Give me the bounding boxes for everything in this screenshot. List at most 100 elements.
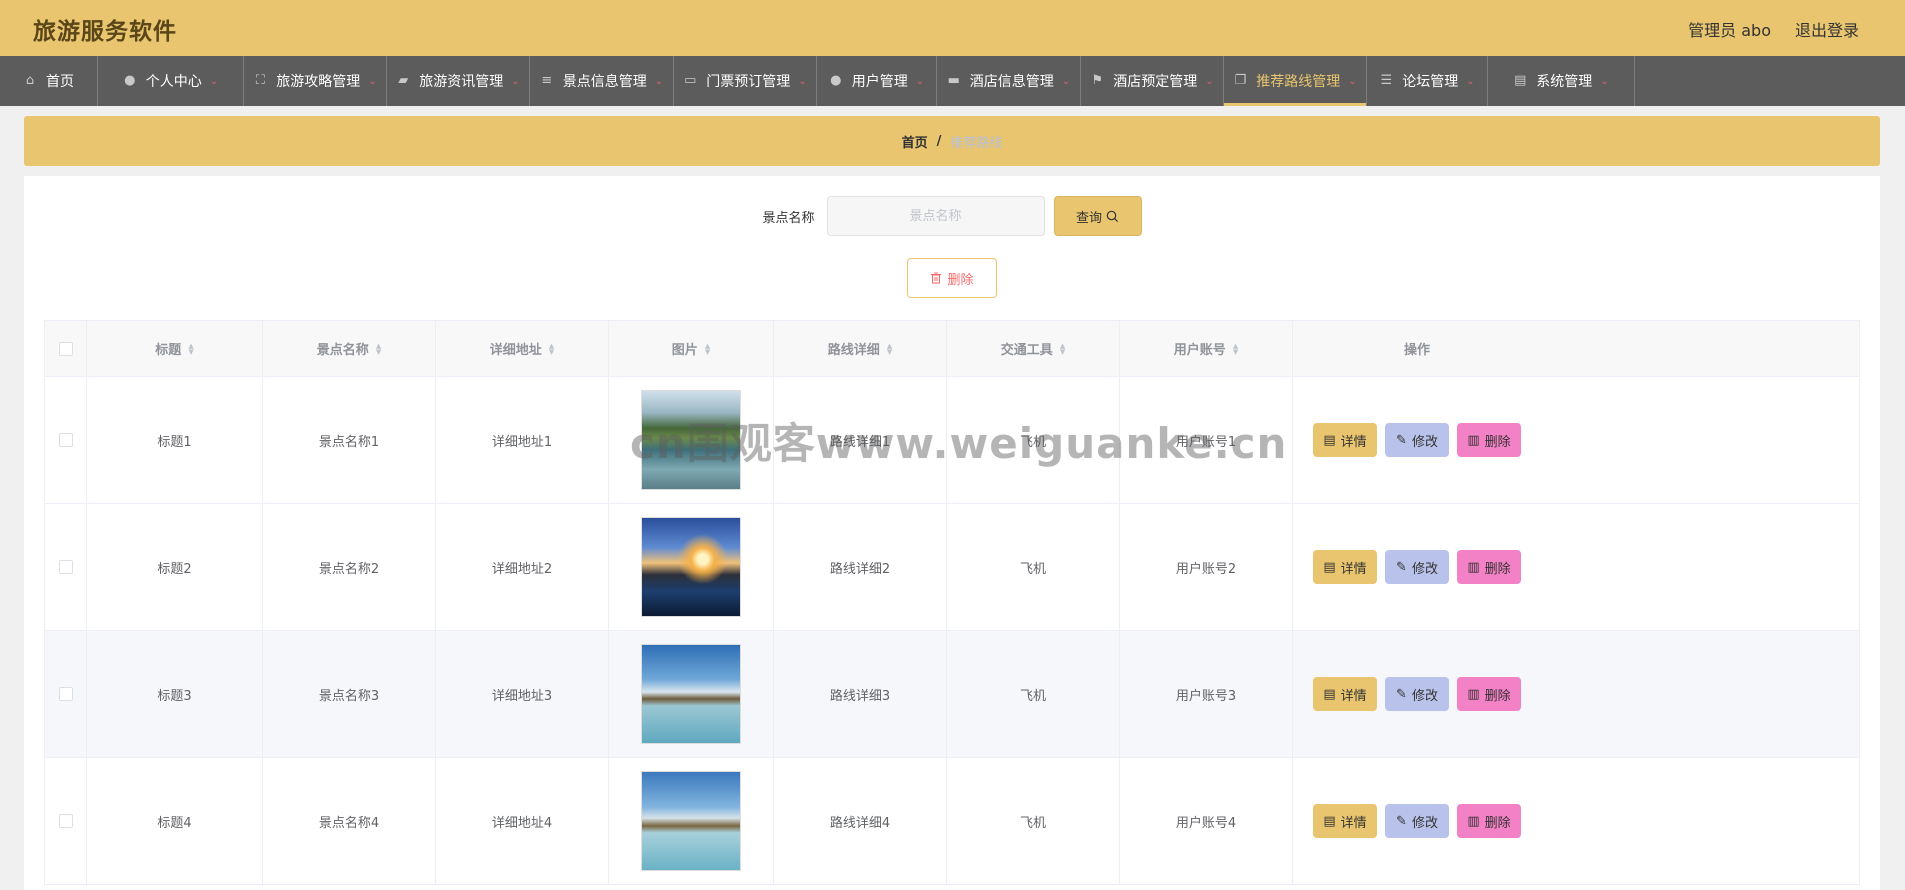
cell-image — [609, 758, 774, 884]
nav-item-2[interactable]: ⛶ 旅游攻略管理 ⌄ — [244, 56, 387, 106]
sort-icon[interactable]: ▲ ▼ — [376, 342, 381, 355]
trash-icon — [931, 272, 942, 284]
flag-icon: ⚑ — [1091, 73, 1104, 88]
delete-button[interactable]: ▥ 删除 — [1457, 550, 1521, 584]
nav-item-5[interactable]: ▭ 门票预订管理 ⌄ — [674, 56, 817, 106]
nav-item-0[interactable]: ⌂ 首页 — [0, 56, 98, 106]
column-header-label: 操作 — [1403, 343, 1430, 358]
delete-button-label: 删除 — [1484, 434, 1511, 450]
column-header[interactable]: 详细地址 ▲ ▼ — [436, 321, 609, 376]
cell-user-account: 用户账号3 — [1120, 631, 1293, 757]
row-checkbox[interactable] — [58, 687, 73, 701]
cell-transport: 飞机 — [947, 504, 1120, 630]
column-header[interactable]: 标题 ▲ ▼ — [87, 321, 263, 376]
column-header-label: 景点名称 — [316, 343, 369, 358]
detail-button[interactable]: ▤ 详情 — [1313, 550, 1377, 584]
search-button-label: 查询 — [1075, 210, 1102, 226]
nav-item-8[interactable]: ⚑ 酒店预定管理 ⌄ — [1081, 56, 1224, 106]
row-checkbox[interactable] — [58, 560, 73, 574]
edit-button-label: 修改 — [1411, 434, 1438, 450]
column-header[interactable]: 用户账号 ▲ ▼ — [1120, 321, 1293, 376]
cell-spot-name: 景点名称2 — [263, 504, 436, 630]
cell-transport: 飞机 — [947, 377, 1120, 503]
edit-button[interactable]: ✎ 修改 — [1385, 677, 1449, 711]
column-header[interactable]: 图片 ▲ ▼ — [609, 321, 774, 376]
search-icon — [1106, 210, 1119, 222]
pencil-icon: ✎ — [1396, 559, 1407, 575]
nav-item-10[interactable]: ☰ 论坛管理 ⌄ — [1367, 56, 1488, 106]
trash-icon: ▥ — [1467, 432, 1480, 448]
cell-address: 详细地址3 — [436, 631, 609, 757]
chevron-down-icon: ⌄ — [915, 75, 925, 87]
row-checkbox[interactable] — [58, 814, 73, 828]
bulk-delete-button[interactable]: 删除 — [907, 258, 997, 298]
nav-item-6[interactable]: ● 用户管理 ⌄ — [817, 56, 937, 106]
delete-button[interactable]: ▥ 删除 — [1457, 804, 1521, 838]
table-row: 标题1 景点名称1 详细地址1 路线详细1 飞机 用户账号1 ▤ 详情 ✎ 修改 ▥ 删除 — [45, 377, 1859, 504]
delete-button[interactable]: ▥ 删除 — [1457, 677, 1521, 711]
sort-icon[interactable]: ▲ ▼ — [1060, 342, 1065, 355]
lake-mountain-photo[interactable] — [641, 390, 741, 490]
nav-item-label: 推荐路线管理 — [1256, 74, 1341, 90]
sort-icon[interactable]: ▲ ▼ — [705, 342, 710, 355]
document-icon: ▤ — [1323, 813, 1336, 829]
cell-title: 标题1 — [87, 377, 263, 503]
edit-button[interactable]: ✎ 修改 — [1385, 423, 1449, 457]
trash-icon: ▥ — [1467, 813, 1480, 829]
nav-item-1[interactable]: ● 个人中心 ⌄ — [98, 56, 244, 106]
sort-icon[interactable]: ▲ ▼ — [1233, 342, 1238, 355]
row-checkbox-cell — [45, 377, 87, 503]
chevron-down-icon: ⌄ — [1466, 75, 1475, 87]
cell-address: 详细地址1 — [436, 377, 609, 503]
sort-icon[interactable]: ▲ ▼ — [549, 342, 554, 355]
chevron-down-icon: ⌄ — [368, 75, 377, 87]
detail-button[interactable]: ▤ 详情 — [1313, 804, 1377, 838]
detail-button[interactable]: ▤ 详情 — [1313, 423, 1377, 457]
edit-button[interactable]: ✎ 修改 — [1385, 804, 1449, 838]
column-header[interactable]: 路线详细 ▲ ▼ — [774, 321, 947, 376]
nav-item-label: 门票预订管理 — [706, 74, 791, 90]
search-label: 景点名称 — [762, 210, 815, 226]
cell-title: 标题3 — [87, 631, 263, 757]
cell-actions: ▤ 详情 ✎ 修改 ▥ 删除 — [1293, 377, 1541, 503]
cell-route-detail: 路线详细3 — [774, 631, 947, 757]
nav-item-label: 旅游攻略管理 — [276, 74, 361, 90]
cell-image — [609, 631, 774, 757]
delete-button[interactable]: ▥ 删除 — [1457, 423, 1521, 457]
logout-link[interactable]: 退出登录 — [1795, 17, 1859, 41]
cell-spot-name: 景点名称1 — [263, 377, 436, 503]
nav-item-3[interactable]: ▰ 旅游资讯管理 ⌄ — [387, 56, 530, 106]
breadcrumb-separator: / — [936, 133, 942, 149]
pencil-icon: ✎ — [1396, 686, 1407, 702]
header-checkbox-cell — [45, 321, 87, 376]
row-checkbox[interactable] — [58, 433, 73, 447]
cell-route-detail: 路线详细2 — [774, 504, 947, 630]
mountain-lake-photo[interactable] — [641, 644, 741, 744]
document-icon: ▤ — [1323, 559, 1336, 575]
nav-item-7[interactable]: ▬ 酒店信息管理 ⌄ — [937, 56, 1081, 106]
pencil-icon: ✎ — [1396, 813, 1407, 829]
sort-icon[interactable]: ▲ ▼ — [887, 342, 892, 355]
nav-item-9[interactable]: ❐ 推荐路线管理 ⌄ — [1224, 56, 1367, 106]
mountain-lake-photo[interactable] — [641, 771, 741, 871]
nav-item-4[interactable]: ≡ 景点信息管理 ⌄ — [530, 56, 674, 106]
sort-icon[interactable]: ▲ ▼ — [188, 342, 193, 355]
sunset-pier-photo[interactable] — [641, 517, 741, 617]
chevron-down-icon: ⌄ — [1205, 75, 1214, 87]
table-row: 标题4 景点名称4 详细地址4 路线详细4 飞机 用户账号4 ▤ 详情 ✎ 修改 ▥ 删除 — [45, 758, 1859, 885]
cell-address: 详细地址4 — [436, 758, 609, 884]
column-header-label: 交通工具 — [1000, 343, 1053, 358]
delete-button-label: 删除 — [1484, 561, 1511, 577]
select-all-checkbox[interactable] — [58, 341, 73, 356]
edit-button[interactable]: ✎ 修改 — [1385, 550, 1449, 584]
search-input[interactable] — [826, 196, 1045, 236]
detail-button[interactable]: ▤ 详情 — [1313, 677, 1377, 711]
nav-item-11[interactable]: ▤ 系统管理 ⌄ — [1488, 56, 1635, 106]
route-table: 标题 ▲ ▼ 景点名称 ▲ ▼ 详细地址 ▲ ▼ 图片 ▲ ▼ 路线详细 ▲ ▼ 交通工具 ▲ ▼ 用户账号 ▲ ▼ 操作… — [44, 320, 1860, 885]
nav-item-label: 旅游资讯管理 — [419, 74, 504, 90]
search-button[interactable]: 查询 — [1053, 196, 1142, 236]
column-header[interactable]: 交通工具 ▲ ▼ — [947, 321, 1120, 376]
chevron-down-icon: ⌄ — [1600, 75, 1609, 87]
breadcrumb-home[interactable]: 首页 — [902, 132, 928, 151]
column-header[interactable]: 景点名称 ▲ ▼ — [263, 321, 436, 376]
